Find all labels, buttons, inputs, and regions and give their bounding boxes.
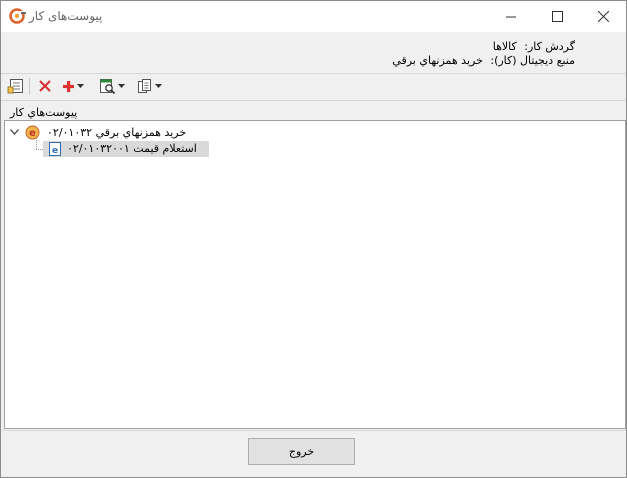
chevron-down-icon xyxy=(77,84,84,88)
preview-icon xyxy=(100,78,116,94)
preview-button[interactable] xyxy=(99,76,125,96)
chevron-down-icon xyxy=(155,84,162,88)
tree-root-node[interactable]: e خرید همزنهاي برقي ۰۲/۰۱۰۳۲ xyxy=(5,124,305,140)
tree-child-node[interactable]: e استعلام قیمت ۰۲/۰۱۰۳۲۰۰۱ xyxy=(43,141,209,157)
toolbar-divider xyxy=(29,78,30,95)
add-button[interactable] xyxy=(62,76,84,96)
tree-root-label: خرید همزنهاي برقي ۰۲/۰۱۰۳۲ xyxy=(47,126,187,139)
toolbar-divider-bottom xyxy=(1,100,626,101)
copy-dropdown-arrow[interactable] xyxy=(155,76,162,96)
toolbar xyxy=(1,74,626,100)
minimize-icon xyxy=(506,16,516,17)
close-icon xyxy=(597,11,609,22)
exit-button[interactable]: خروج xyxy=(248,438,355,465)
group-label: پیوست‌هاي کار xyxy=(10,106,78,119)
workflow-row: گردش کار: کالاها xyxy=(493,40,575,53)
add-icon xyxy=(63,80,74,92)
title-bar: پیوست‌های کار xyxy=(1,1,626,32)
tree-child-label: استعلام قیمت ۰۲/۰۱۰۳۲۰۰۱ xyxy=(67,142,197,155)
workflow-label: گردش کار: xyxy=(524,40,575,53)
source-value: خرید همزنهاي برقي xyxy=(392,54,483,67)
copy-button[interactable] xyxy=(137,76,162,96)
footer-divider xyxy=(1,430,626,431)
attachments-window: پیوست‌های کار گردش کار: کالاها منبع دیجی… xyxy=(0,0,627,478)
workflow-node-icon: e xyxy=(25,125,40,140)
maximize-icon xyxy=(551,11,563,22)
chevron-down-icon[interactable] xyxy=(10,129,19,135)
attach-list-button[interactable] xyxy=(7,76,24,96)
source-row: منبع دیجیتال (کار): خرید همزنهاي برقي xyxy=(392,54,575,67)
info-header: گردش کار: کالاها منبع دیجیتال (کار): خری… xyxy=(1,32,626,73)
document-icon: e xyxy=(49,142,61,156)
close-button[interactable] xyxy=(580,1,626,32)
tree-connector-vertical xyxy=(36,138,37,149)
minimize-button[interactable] xyxy=(488,1,534,32)
attach-list-icon xyxy=(7,78,23,93)
app-logo-icon xyxy=(9,8,26,24)
add-dropdown-arrow[interactable] xyxy=(77,76,84,96)
copy-icon xyxy=(138,78,151,93)
maximize-button[interactable] xyxy=(534,1,580,32)
delete-icon xyxy=(39,80,51,92)
preview-dropdown-arrow[interactable] xyxy=(118,76,125,96)
workflow-value: کالاها xyxy=(492,40,517,53)
delete-button[interactable] xyxy=(38,76,52,96)
chevron-down-icon xyxy=(118,84,125,88)
window-title: پیوست‌های کار xyxy=(29,9,103,23)
source-label: منبع دیجیتال (کار): xyxy=(490,54,575,67)
svg-text:e: e xyxy=(52,146,58,156)
attachments-tree[interactable]: e خرید همزنهاي برقي ۰۲/۰۱۰۳۲ e استعلام ق… xyxy=(4,120,626,429)
